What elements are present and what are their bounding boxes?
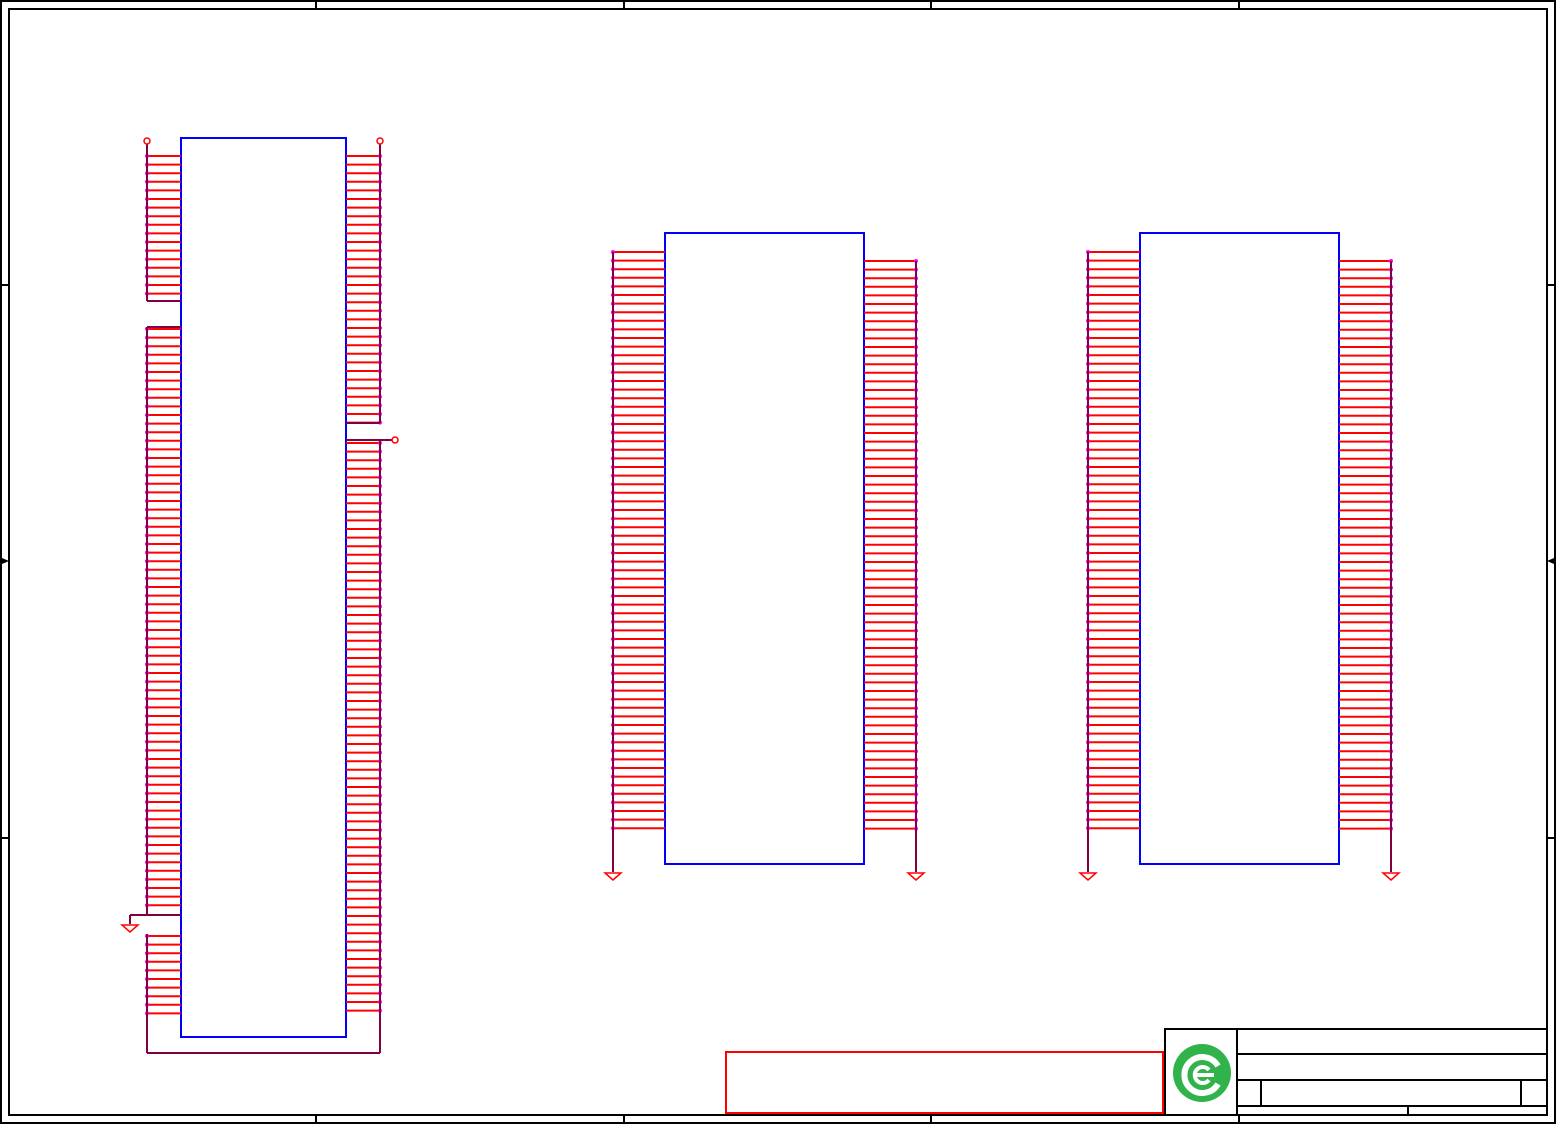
schematic-sheet [0, 0, 1556, 1124]
ground-symbol-icon [1381, 872, 1401, 881]
power-port-icon [376, 137, 384, 145]
notes-box [725, 1051, 1164, 1114]
border-arrow-icon [1547, 558, 1554, 564]
border-arrow-icon [2, 558, 9, 564]
power-port-icon [391, 436, 399, 444]
memory-u2[interactable] [611, 232, 918, 865]
easyeda-logo-icon [1173, 1044, 1231, 1102]
component-body [1139, 232, 1340, 865]
ground-symbol-icon [1078, 872, 1098, 881]
power-port-icon [143, 137, 151, 145]
component-body [180, 137, 347, 1038]
connector-u1[interactable] [145, 137, 382, 1038]
ground-symbol-icon [120, 924, 140, 933]
sheet-frame [0, 0, 1556, 1124]
wires [129, 141, 1392, 1054]
component-body [664, 232, 865, 865]
frame-zone-ticks [1, 1, 1555, 1123]
symbols [120, 137, 1401, 933]
ground-symbol-icon [603, 872, 623, 881]
ground-symbol-icon [906, 872, 926, 881]
memory-u3[interactable] [1086, 232, 1393, 865]
